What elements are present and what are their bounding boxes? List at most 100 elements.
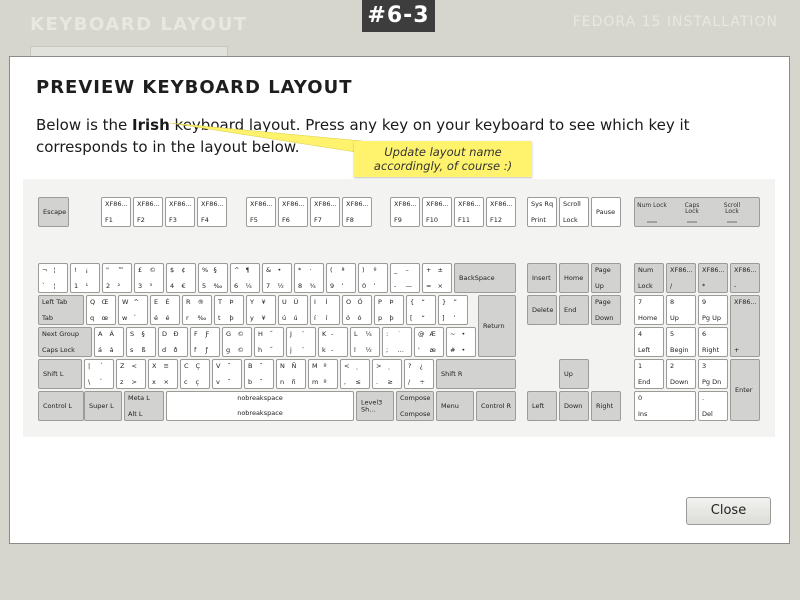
key-label: ± (437, 266, 443, 274)
key-label: F11 (458, 215, 471, 224)
key: FfƑƒ (190, 327, 220, 357)
key: Shift R (436, 359, 516, 389)
key-label: 3 (138, 281, 143, 290)
key-label: Ƒ (205, 330, 210, 338)
key-label: © (237, 345, 245, 354)
key-label: D (162, 330, 168, 338)
key-label: – (405, 266, 409, 274)
key: UúÚú (278, 295, 308, 325)
key-label: 9 (330, 281, 335, 290)
key-label: Print (531, 215, 546, 224)
key-label: ” (453, 298, 457, 306)
key-label: End (638, 377, 651, 386)
key: 5 Begin (666, 327, 696, 357)
key-label: ¨ (301, 330, 305, 338)
key-label: ˛ (387, 362, 391, 370)
key-label: § (213, 266, 217, 274)
key-label: w (122, 313, 128, 322)
key-label: ^ (234, 266, 240, 274)
key-label: XF86... (201, 200, 224, 208)
key: Ss § ß (126, 327, 156, 357)
key-label: ½ (365, 345, 372, 354)
key-label: Escape (43, 207, 67, 216)
key-label: “ (421, 298, 425, 306)
key-label: ` (42, 281, 46, 290)
key-label: $ (170, 266, 175, 274)
key-label: M (312, 362, 318, 370)
key: Jj ¨ ¨ (286, 327, 316, 357)
key-label: ú (282, 313, 287, 322)
key-label: œ (101, 313, 109, 322)
key-label: % (202, 266, 209, 274)
key-label: \ (88, 377, 91, 386)
key-label: Pg Up (702, 313, 721, 322)
key-label: C (184, 362, 189, 370)
key: <, ˛ ≤ (340, 359, 370, 389)
key: {[“ “ (406, 295, 436, 325)
key-label: æ (429, 345, 436, 354)
key-label: Ó (357, 298, 363, 306)
key-label: XF86... (282, 200, 305, 208)
key-label: ¿ (419, 362, 423, 370)
led-light (687, 221, 697, 223)
key: " 2 ™ ² (102, 263, 132, 293)
key-label: Home (564, 273, 584, 282)
key-label: Þ (229, 298, 234, 306)
key-label: ç (195, 377, 200, 386)
key: Rr ® ‰ (182, 295, 212, 325)
key-label: Down (564, 401, 583, 410)
key-label: ¦ (53, 281, 56, 290)
key: Up (559, 359, 589, 389)
key-label: Control L (43, 401, 73, 410)
key-label: < (344, 362, 350, 370)
key: XF86... * (698, 263, 728, 293)
key-label: A (98, 330, 103, 338)
key-label: ¨ (301, 345, 305, 354)
key: Yy ¥ ¥ (246, 295, 276, 325)
key-label: 2 (670, 362, 675, 370)
key-label: F9 (394, 215, 402, 224)
key-label: J (290, 330, 292, 338)
key-label: ˛ (355, 362, 359, 370)
key-label: [ (410, 313, 413, 322)
key-label: Caps Lock (42, 345, 75, 354)
key: End (559, 295, 589, 325)
key-label: ª (341, 266, 345, 274)
key: OóÓó (342, 295, 372, 325)
key: XF86... F3 (165, 197, 195, 227)
key-label: Down (670, 377, 689, 386)
key-label: … (397, 345, 405, 354)
key: Kk̵̵ (318, 327, 348, 357)
key-label: } (442, 298, 447, 306)
key-label: Super L (89, 401, 114, 410)
key-label: XF86... (734, 266, 757, 274)
key: NnÑñ (276, 359, 306, 389)
key-label: ÷ (419, 377, 425, 386)
key-label: Shift R (441, 369, 463, 378)
key-label: G (226, 330, 232, 338)
key-label: ¢ (181, 266, 186, 274)
key: + = ± × (422, 263, 452, 293)
key-label: ¹ (85, 281, 89, 290)
key-label: ¾ (309, 281, 316, 290)
key-label: n (280, 377, 285, 386)
key: >. ˛ ≥ (372, 359, 402, 389)
key: Escape (38, 197, 69, 227)
key-label: | (88, 362, 91, 370)
key: XF86... F4 (197, 197, 227, 227)
key-label: ] (442, 313, 445, 322)
key-label: 4 (170, 281, 175, 290)
key: EéÉé (150, 295, 180, 325)
key-label: S (130, 330, 135, 338)
key-label: : (386, 330, 389, 338)
key-label: O (346, 298, 352, 306)
key-label: F (194, 330, 198, 338)
key-label: XF86... (250, 200, 273, 208)
key-label: ˝ (269, 330, 273, 338)
key: XF86... F1 (101, 197, 131, 227)
key: Menu (436, 391, 474, 421)
key-label: ® (197, 298, 205, 306)
close-button[interactable]: Close (686, 497, 771, 525)
key-label: ¡ (85, 266, 89, 274)
key-label: k (322, 345, 326, 354)
